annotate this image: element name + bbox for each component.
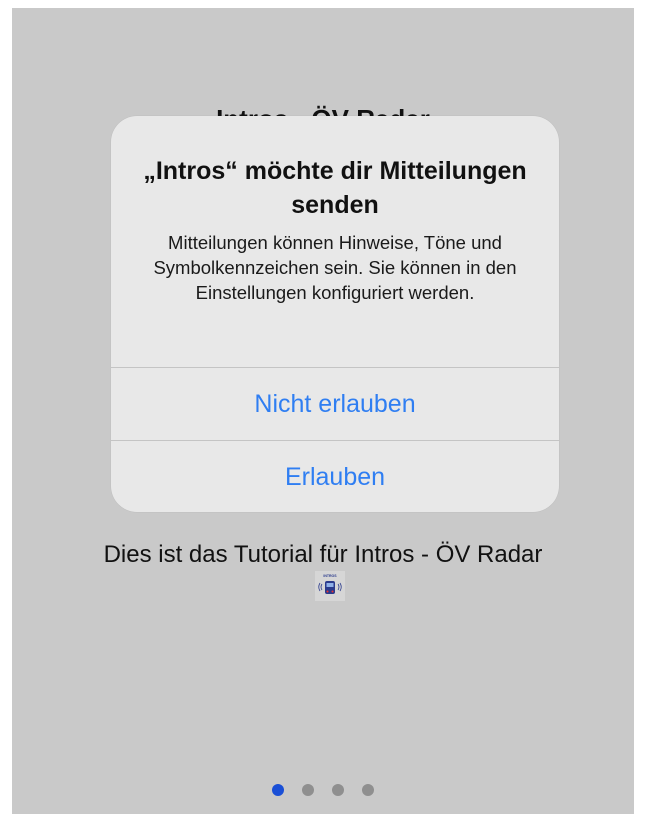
notification-permission-alert: „Intros“ möchte dir Mitteilungen senden …: [111, 116, 559, 512]
page-dot-4[interactable]: [362, 784, 374, 796]
allow-button[interactable]: Erlauben: [111, 441, 559, 512]
page-dot-1[interactable]: [272, 784, 284, 796]
app-screen: Intros - ÖV Radar Dies ist das Tutorial …: [12, 8, 634, 814]
alert-title: „Intros“ möchte dir Mitteilungen senden: [143, 157, 527, 219]
alert-message: Mitteilungen können Hinweise, Töne und S…: [153, 232, 517, 303]
page-indicator[interactable]: [12, 784, 634, 796]
tutorial-text: Dies ist das Tutorial für Intros - ÖV Ra…: [103, 541, 543, 568]
app-logo: INTROS: [315, 571, 345, 601]
page-dot-2[interactable]: [302, 784, 314, 796]
page-dot-3[interactable]: [332, 784, 344, 796]
deny-button[interactable]: Nicht erlauben: [111, 368, 559, 440]
logo-text: INTROS: [323, 574, 337, 578]
